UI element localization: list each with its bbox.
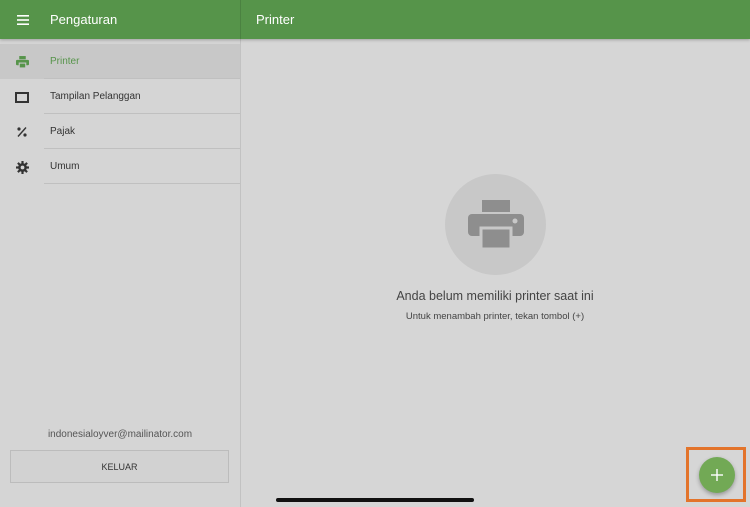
sidebar-item-label: Pajak bbox=[50, 126, 76, 137]
sidebar-item-customer-display[interactable]: Tampilan Pelanggan bbox=[0, 79, 240, 114]
sidebar-item-label: Tampilan Pelanggan bbox=[50, 91, 141, 102]
printer-icon bbox=[467, 199, 524, 250]
sidebar-item-label: Printer bbox=[50, 56, 80, 67]
sidebar-item-tax[interactable]: Pajak bbox=[0, 114, 240, 149]
empty-state-title: Anda belum memiliki printer saat ini bbox=[396, 289, 594, 303]
app-bar-divider bbox=[240, 0, 241, 39]
gear-icon bbox=[14, 159, 30, 175]
menu-button[interactable] bbox=[10, 7, 36, 33]
plus-icon bbox=[711, 469, 723, 481]
home-indicator[interactable] bbox=[276, 498, 474, 502]
account-email: indonesialoyver@mailinator.com bbox=[47, 429, 193, 440]
percent-icon bbox=[14, 124, 30, 140]
app-bar: Pengaturan Printer bbox=[0, 0, 750, 39]
empty-state-illustration bbox=[445, 174, 546, 275]
sidebar-item-printer[interactable]: Printer bbox=[0, 44, 240, 79]
add-printer-button[interactable] bbox=[699, 457, 735, 493]
divider bbox=[44, 183, 240, 184]
hamburger-menu-icon bbox=[17, 15, 29, 25]
page-title: Printer bbox=[256, 12, 295, 27]
printer-icon bbox=[14, 54, 30, 70]
display-icon bbox=[14, 89, 30, 105]
logout-button[interactable]: KELUAR bbox=[10, 450, 229, 483]
sidebar-item-general[interactable]: Umum bbox=[0, 149, 240, 184]
empty-state-subtitle: Untuk menambah printer, tekan tombol (+) bbox=[405, 311, 585, 322]
settings-title: Pengaturan bbox=[50, 12, 118, 27]
sidebar-item-label: Umum bbox=[50, 161, 80, 172]
